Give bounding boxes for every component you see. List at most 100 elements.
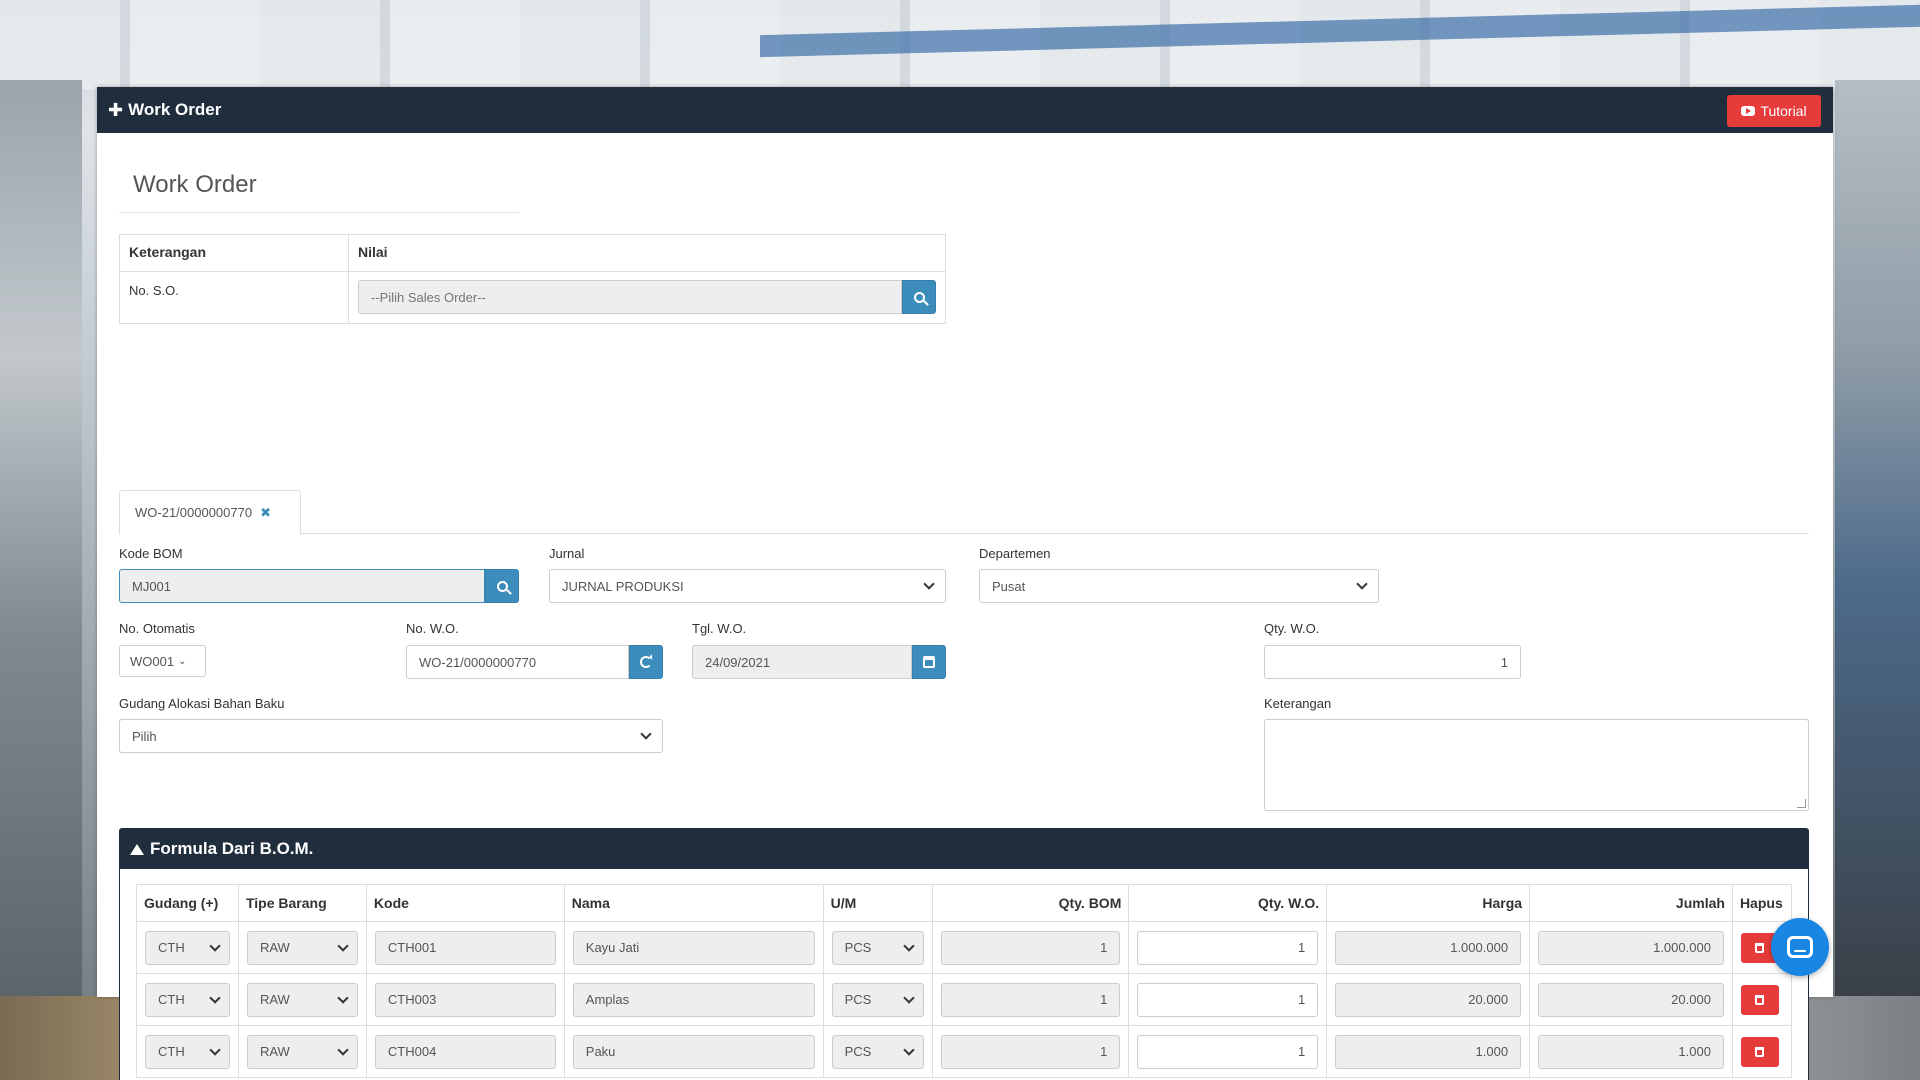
gudang-value: CTH: [158, 1044, 185, 1059]
qty-bom-cell: 1: [940, 930, 1121, 965]
chevron-down-icon: [337, 939, 349, 952]
kode-bom-search-button[interactable]: [485, 569, 519, 603]
page-title: Work Order: [133, 171, 257, 198]
close-icon[interactable]: ✖: [260, 505, 271, 521]
sales-order-search-button[interactable]: [902, 280, 936, 314]
jurnal-select[interactable]: JURNAL PRODUKSI: [549, 569, 946, 603]
col-jumlah: Jumlah: [1529, 884, 1733, 922]
col-keterangan: Keterangan: [119, 234, 349, 272]
qty-wo-input[interactable]: 1: [1264, 645, 1521, 679]
background-right: [1835, 80, 1920, 1000]
background-left: [0, 80, 82, 1000]
calendar-icon: [923, 656, 935, 668]
sales-order-table: Keterangan Nilai No. S.O.: [119, 234, 946, 324]
gudang-select[interactable]: CTH: [145, 982, 230, 1017]
jumlah-cell: 20.000: [1538, 982, 1724, 1017]
kode-bom-label: Kode BOM: [119, 546, 183, 561]
panel-title: ✚ Work Order: [108, 100, 221, 121]
kode-cell: CTH003: [374, 982, 556, 1017]
bom-table: Gudang (+) Tipe Barang Kode Nama U/M Qty…: [136, 884, 1793, 1078]
no-wo-input[interactable]: WO-21/0000000770: [406, 645, 629, 679]
harga-cell: 20.000: [1335, 982, 1522, 1017]
panel-content: Work Order Keterangan Nilai No. S.O. --P…: [119, 133, 1811, 1080]
col-qty-bom: Qty. BOM: [931, 884, 1130, 922]
delete-row-button[interactable]: [1740, 984, 1779, 1015]
tipe-select[interactable]: RAW: [246, 982, 358, 1017]
nama-cell: Kayu Jati: [572, 930, 815, 965]
trash-icon: [1755, 994, 1765, 1005]
plus-icon: ✚: [108, 99, 124, 120]
jurnal-value: JURNAL PRODUKSI: [562, 578, 684, 594]
keterangan-label: Keterangan: [1264, 696, 1332, 711]
departemen-label: Departemen: [979, 546, 1051, 561]
no-otomatis-value: WO001: [130, 653, 175, 669]
sales-order-picker: [358, 280, 936, 314]
youtube-icon: [1741, 106, 1756, 116]
table-row: CTH RAW CTH004 Paku PCS 1 1 1.000 1.000: [136, 1025, 1793, 1078]
tipe-select[interactable]: RAW: [246, 1034, 358, 1069]
col-hapus: Hapus: [1731, 884, 1793, 922]
flask-icon: [130, 843, 144, 855]
um-value: PCS: [844, 940, 872, 955]
gudang-value: CTH: [158, 940, 185, 955]
jumlah-cell: 1.000: [1538, 1034, 1724, 1069]
chevron-down-icon: [209, 991, 221, 1004]
kode-bom-group: MJ001: [119, 569, 519, 603]
trash-icon: [1755, 1046, 1765, 1057]
um-select[interactable]: PCS: [831, 982, 924, 1017]
um-select[interactable]: PCS: [831, 930, 924, 965]
kode-cell: CTH004: [374, 1034, 556, 1069]
departemen-value: Pusat: [992, 578, 1026, 594]
col-nama: Nama: [563, 884, 824, 922]
chevron-down-icon: [902, 1043, 915, 1056]
no-wo-refresh-button[interactable]: [629, 645, 663, 679]
sales-order-input[interactable]: [358, 280, 902, 314]
chevron-down-icon: [640, 728, 652, 740]
chevron-down-icon: [1356, 578, 1368, 590]
jumlah-cell: 1.000.000: [1538, 930, 1724, 965]
kode-bom-input[interactable]: MJ001: [119, 569, 485, 603]
no-wo-group: WO-21/0000000770: [406, 645, 663, 679]
gudang-alokasi-value: Pilih: [132, 728, 157, 744]
tipe-value: RAW: [259, 940, 290, 955]
departemen-select[interactable]: Pusat: [979, 569, 1379, 603]
um-select[interactable]: PCS: [831, 1034, 924, 1069]
tipe-select[interactable]: RAW: [246, 930, 358, 965]
search-icon: [496, 580, 508, 592]
delete-row-button[interactable]: [1740, 1036, 1779, 1067]
chat-button[interactable]: [1771, 918, 1829, 976]
tab-work-order[interactable]: WO-21/0000000770 ✖: [119, 490, 301, 535]
no-otomatis-dropdown[interactable]: WO001 ⌄: [119, 645, 206, 677]
kode-cell: CTH001: [374, 930, 556, 965]
refresh-icon: [640, 656, 652, 668]
formula-header: Formula Dari B.O.M.: [120, 829, 1808, 869]
chevron-down-icon: [902, 991, 915, 1004]
col-um: U/M: [822, 884, 933, 922]
col-harga: Harga: [1326, 884, 1531, 922]
no-wo-label: No. W.O.: [406, 621, 459, 636]
gudang-alokasi-select[interactable]: Pilih: [119, 719, 663, 753]
tab-bar: WO-21/0000000770 ✖: [119, 488, 1809, 535]
panel-title-text: Work Order: [128, 100, 222, 119]
col-qty-wo: Qty. W.O.: [1128, 884, 1328, 922]
keterangan-textarea[interactable]: [1264, 719, 1809, 811]
table-row: CTH RAW CTH003 Amplas PCS 1 1 20.000 20.…: [136, 973, 1793, 1026]
qty-wo-input[interactable]: 1: [1137, 930, 1319, 965]
nama-cell: Amplas: [572, 982, 815, 1017]
search-icon: [913, 291, 925, 303]
tutorial-button[interactable]: Tutorial: [1727, 95, 1821, 127]
tgl-wo-input[interactable]: 24/09/2021: [692, 645, 912, 679]
col-gudang: Gudang (+): [136, 884, 239, 922]
qty-wo-input[interactable]: 1: [1137, 982, 1319, 1017]
resize-grip-icon[interactable]: [1797, 799, 1806, 808]
tgl-wo-label: Tgl. W.O.: [692, 621, 747, 636]
gudang-value: CTH: [158, 992, 185, 1007]
panel-header: ✚ Work Order Tutorial: [97, 87, 1833, 133]
gudang-select[interactable]: CTH: [145, 930, 230, 965]
tgl-wo-group: 24/09/2021: [692, 645, 946, 679]
calendar-button[interactable]: [912, 645, 946, 679]
qty-wo-input[interactable]: 1: [1137, 1034, 1319, 1069]
work-order-panel: ✚ Work Order Tutorial Work Order Keteran…: [97, 87, 1833, 1080]
gudang-select[interactable]: CTH: [145, 1034, 230, 1069]
table-row: CTH RAW CTH001 Kayu Jati PCS 1 1 1.000.0…: [136, 921, 1793, 974]
